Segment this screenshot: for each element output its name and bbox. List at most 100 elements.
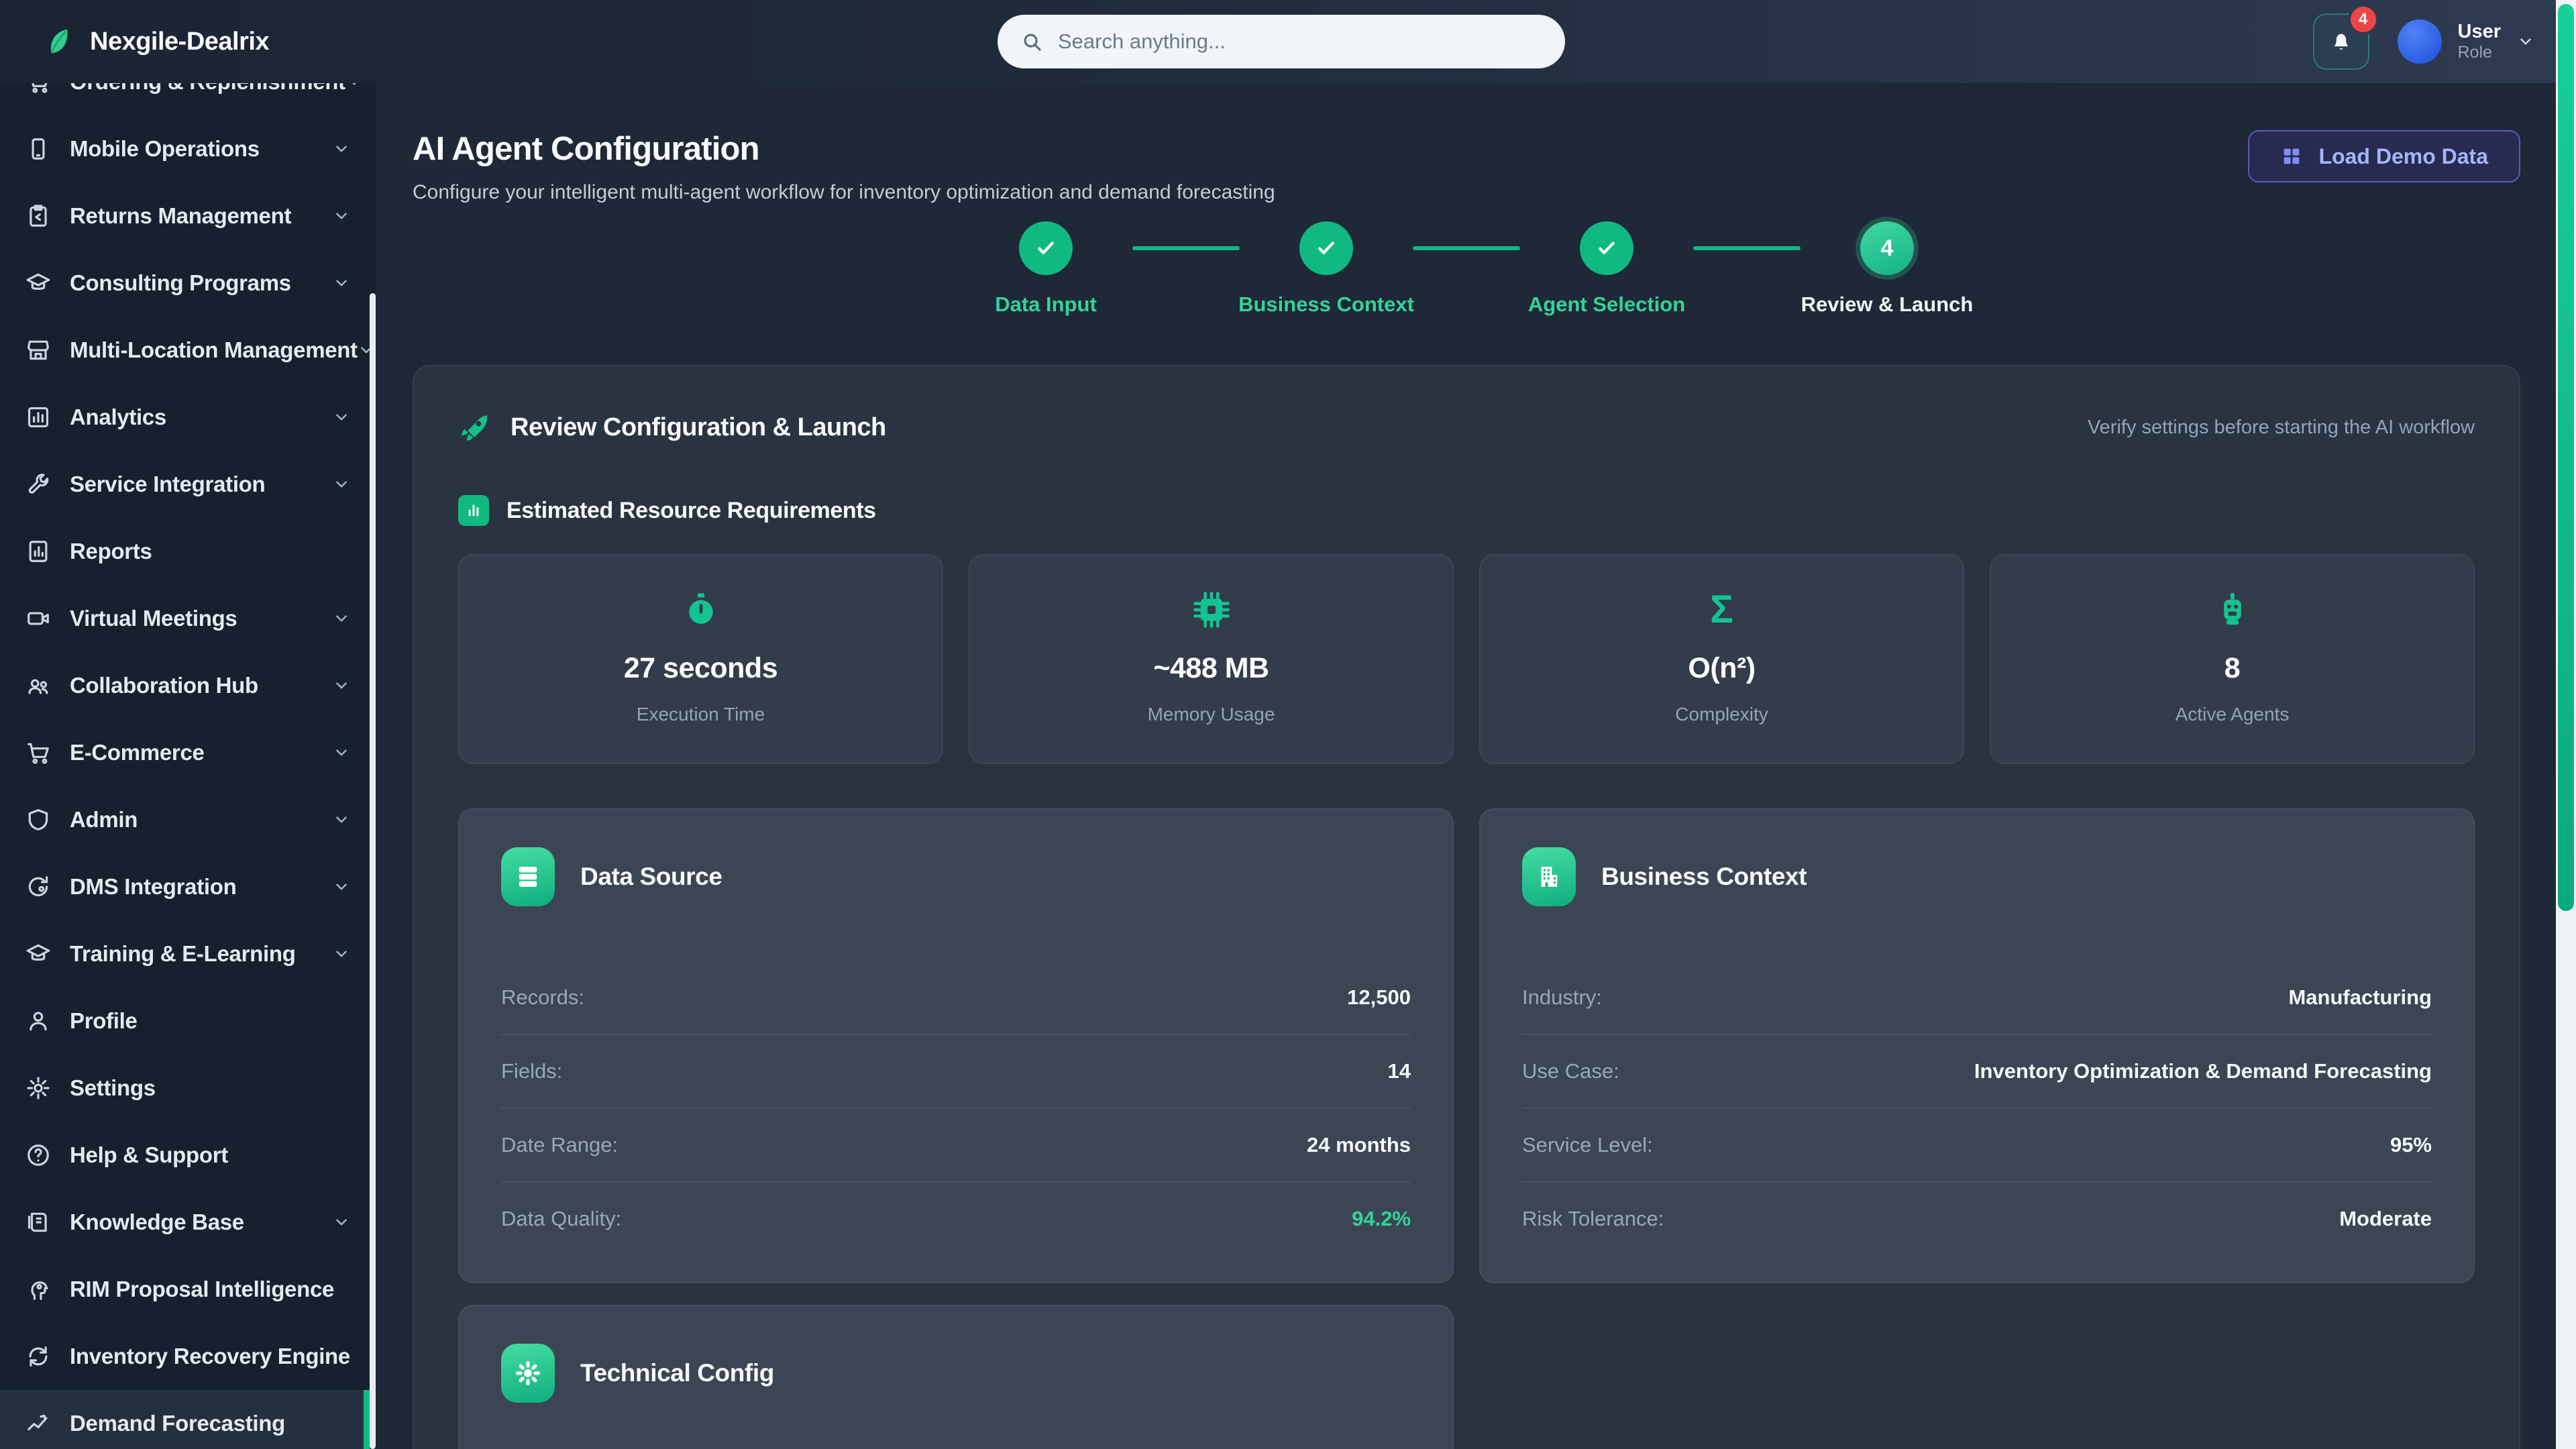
page-scrollbar-thumb[interactable] (2558, 4, 2574, 911)
search-input[interactable] (1058, 30, 1542, 54)
chevron-down-icon (345, 83, 363, 91)
step-connector (1132, 246, 1240, 250)
sidebar-item-settings[interactable]: Settings (0, 1055, 376, 1122)
head-ai-icon (24, 1275, 52, 1303)
step-review-launch[interactable]: 4 Review & Launch (1860, 221, 1914, 317)
business-use-case-row: Use Case: Inventory Optimization & Deman… (1522, 1034, 2432, 1108)
shopping-cart-icon (24, 739, 52, 767)
step-complete-circle (1299, 221, 1353, 275)
sidebar-item-help-support[interactable]: Help & Support (0, 1122, 376, 1189)
user-menu[interactable]: User Role (2398, 19, 2535, 64)
step-connector (1693, 246, 1801, 250)
chevron-down-icon (333, 1214, 350, 1231)
metric-complexity: Σ O(n²) Complexity (1479, 554, 1964, 764)
step-complete-circle (1019, 221, 1073, 275)
clipboard-return-icon (24, 202, 52, 230)
check-icon (1314, 236, 1338, 260)
step-data-input[interactable]: Data Input (1019, 221, 1073, 317)
business-risk-tolerance-row: Risk Tolerance: Moderate (1522, 1181, 2432, 1255)
business-context-card: Business Context Industry: Manufacturing… (1479, 808, 2475, 1283)
grid-icon (2280, 145, 2303, 168)
sidebar-item-demand-forecasting[interactable]: Demand Forecasting (0, 1390, 376, 1449)
load-demo-data-button[interactable]: Load Demo Data (2248, 130, 2520, 182)
chevron-down-icon (333, 140, 350, 158)
sidebar-item-rim-proposal-intelligence[interactable]: RIM Proposal Intelligence (0, 1256, 376, 1323)
page-scrollbar[interactable] (2556, 0, 2576, 1449)
sigma-icon: Σ (1710, 589, 1733, 631)
gear-icon (501, 1344, 555, 1403)
review-title: Review Configuration & Launch (511, 413, 886, 442)
user-icon (24, 1007, 52, 1035)
sidebar-item-ecommerce[interactable]: E-Commerce (0, 719, 376, 786)
graduation-cap-icon (24, 940, 52, 968)
bar-chart-icon (458, 495, 489, 526)
graduation-cap-icon (24, 269, 52, 297)
sidebar: Ordering & Replenishment Mobile Operatio… (0, 83, 376, 1449)
sidebar-item-knowledge-base[interactable]: Knowledge Base (0, 1189, 376, 1256)
chevron-down-icon (333, 409, 350, 426)
sidebar-item-mobile-operations[interactable]: Mobile Operations (0, 115, 376, 182)
business-service-level-row: Service Level: 95% (1522, 1108, 2432, 1181)
metric-active-agents: 8 Active Agents (1990, 554, 2475, 764)
video-camera-icon (24, 604, 52, 633)
chevron-down-icon (333, 945, 350, 963)
sidebar-item-virtual-meetings[interactable]: Virtual Meetings (0, 585, 376, 652)
sidebar-item-dms-integration[interactable]: DMS Integration (0, 853, 376, 920)
technical-config-card: Technical Config Execution Mode: Hybrid … (458, 1305, 1454, 1449)
review-panel: Review Configuration & Launch Verify set… (413, 365, 2520, 1449)
rocket-icon (458, 411, 492, 444)
data-source-date-range-row: Date Range: 24 months (501, 1108, 1411, 1181)
gear-icon (24, 1074, 52, 1102)
sidebar-item-collaboration-hub[interactable]: Collaboration Hub (0, 652, 376, 719)
chevron-down-icon (333, 274, 350, 292)
cpu-chip-icon (1193, 589, 1230, 631)
brand: Nexgile-Dealrix (0, 24, 269, 59)
step-business-context[interactable]: Business Context (1299, 221, 1353, 317)
workflow-stepper: Data Input Business Context Agent Select… (413, 221, 2520, 317)
page-subtitle: Configure your intelligent multi-agent w… (413, 181, 1275, 204)
resources-heading: Estimated Resource Requirements (506, 498, 876, 524)
sidebar-item-service-integration[interactable]: Service Integration (0, 451, 376, 518)
leaf-logo-icon (39, 24, 74, 59)
sidebar-item-ordering-replenishment[interactable]: Ordering & Replenishment (0, 83, 376, 115)
shield-icon (24, 806, 52, 834)
book-icon (24, 1208, 52, 1236)
chevron-down-icon (333, 878, 350, 896)
data-source-quality-row: Data Quality: 94.2% (501, 1181, 1411, 1255)
business-industry-row: Industry: Manufacturing (1522, 961, 2432, 1034)
stopwatch-icon (682, 589, 720, 631)
robot-icon (2214, 589, 2251, 631)
smartphone-icon (24, 135, 52, 163)
sidebar-item-training-elearning[interactable]: Training & E-Learning (0, 920, 376, 987)
sidebar-item-consulting-programs[interactable]: Consulting Programs (0, 250, 376, 317)
step-agent-selection[interactable]: Agent Selection (1580, 221, 1633, 317)
chevron-down-icon (2517, 33, 2534, 50)
chevron-down-icon (333, 610, 350, 627)
data-source-card: Data Source Records: 12,500 Fields: 14 D… (458, 808, 1454, 1283)
sidebar-item-returns-management[interactable]: Returns Management (0, 182, 376, 250)
chevron-down-icon (333, 207, 350, 225)
chevron-down-icon (333, 677, 350, 694)
page-title: AI Agent Configuration (413, 130, 1275, 168)
wrench-icon (24, 470, 52, 498)
search-icon (1020, 30, 1043, 53)
sidebar-item-analytics[interactable]: Analytics (0, 384, 376, 451)
bell-icon (2328, 29, 2354, 54)
global-search[interactable] (998, 15, 1565, 68)
metric-memory-usage: ~488 MB Memory Usage (969, 554, 1454, 764)
notifications-button[interactable]: 4 (2313, 13, 2369, 70)
sidebar-item-inventory-recovery-engine[interactable]: Inventory Recovery Engine (0, 1323, 376, 1390)
sidebar-item-profile[interactable]: Profile (0, 987, 376, 1055)
avatar (2398, 19, 2442, 64)
sidebar-scrollbar[interactable] (370, 293, 376, 1449)
data-source-fields-row: Fields: 14 (501, 1034, 1411, 1108)
bar-chart-square-icon (24, 403, 52, 431)
users-group-icon (24, 672, 52, 700)
data-source-records-row: Records: 12,500 (501, 961, 1411, 1034)
sidebar-item-multi-location-management[interactable]: Multi-Location Management (0, 317, 376, 384)
user-role: Role (2458, 43, 2502, 62)
server-icon (501, 847, 555, 906)
review-hint: Verify settings before starting the AI w… (2088, 417, 2475, 439)
sidebar-item-admin[interactable]: Admin (0, 786, 376, 853)
sidebar-item-reports[interactable]: Reports (0, 518, 376, 585)
